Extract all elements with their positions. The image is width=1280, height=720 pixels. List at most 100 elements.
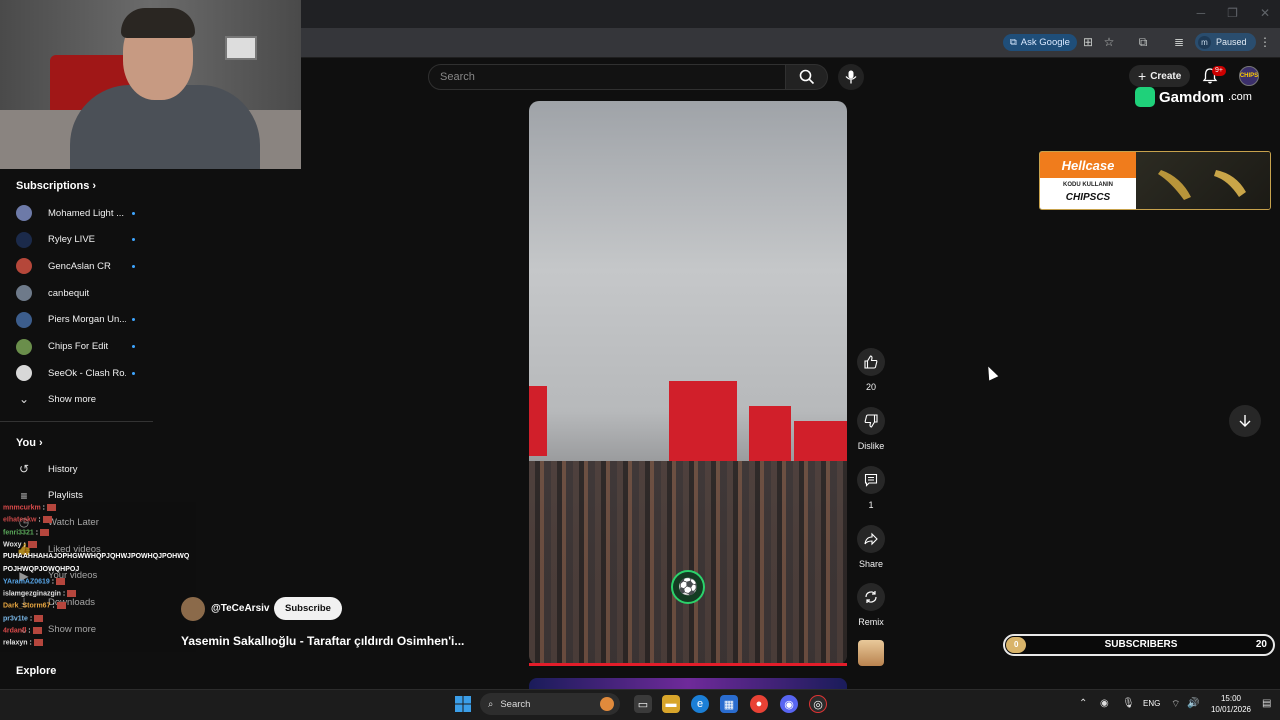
video-title[interactable]: Yasemin Sakallıoğlu - Taraftar çıldırdı … <box>181 634 481 648</box>
sidebar-subscription-label: Piers Morgan Un... <box>48 314 126 326</box>
sidebar-you-item[interactable]: ↺ History <box>16 459 156 479</box>
subscriptions-heading[interactable]: Subscriptions › <box>16 180 96 192</box>
chat-username: Woxy <box>3 541 22 549</box>
discord-icon[interactable]: ◉ <box>780 695 798 713</box>
chat-emote-icon <box>47 504 57 511</box>
voice-search-button[interactable] <box>838 64 864 90</box>
new-content-dot <box>132 318 135 322</box>
sidebar-subscription-item[interactable]: Ryley LIVE <box>16 230 156 250</box>
clock-time: 15:00 <box>1220 694 1242 703</box>
chat-emote-icon <box>40 528 50 536</box>
chat-text: : <box>60 590 66 598</box>
audio-source-thumbnail[interactable] <box>858 640 884 666</box>
sidebar-subscription-item[interactable]: GencAslan CR <box>16 256 156 276</box>
search-icon <box>799 69 814 85</box>
share-label: Share <box>858 559 884 569</box>
channel-avatar[interactable] <box>181 597 205 621</box>
file-explorer-icon[interactable]: ▬ <box>662 695 680 713</box>
video-stage-panel <box>749 406 791 461</box>
sidebar-divider <box>0 421 153 422</box>
chat-username: fenri3321 <box>3 528 34 536</box>
microsoft-store-icon[interactable]: ▦ <box>720 695 738 713</box>
edge-browser-icon[interactable]: e <box>691 695 709 713</box>
google-lens-icon: ⧉ <box>1010 37 1017 48</box>
share-icon <box>864 532 878 546</box>
sidebar-subscription-item[interactable]: canbequit <box>16 283 156 303</box>
sidebar-subscription-item[interactable]: Chips For Edit <box>16 337 156 357</box>
chat-text: : <box>50 602 55 610</box>
chat-message: Dark_Storm67 : <box>3 602 66 610</box>
chat-text: : <box>49 578 55 586</box>
chat-emote-icon <box>42 516 52 524</box>
account-avatar[interactable]: CHIPS <box>1239 66 1259 86</box>
ask-google-button[interactable]: ⧉ Ask Google <box>1003 34 1077 51</box>
chat-text: : <box>21 541 26 549</box>
share-button[interactable] <box>857 525 885 553</box>
hellcase-code-label: KODU KULLANIN <box>1063 182 1113 188</box>
task-view-icon[interactable]: ▭ <box>634 695 652 713</box>
extensions-icon[interactable]: ⧉ <box>1135 34 1151 50</box>
dislike-button[interactable] <box>857 407 885 435</box>
channel-avatar-icon <box>16 258 32 275</box>
microphone-tray-icon[interactable]: 🎙 <box>1122 698 1135 709</box>
profile-paused-button[interactable]: m Paused <box>1195 33 1256 51</box>
chat-message: 4rdanfl : <box>3 627 42 634</box>
wifi-icon[interactable]: ⌔ <box>1171 698 1180 711</box>
chrome-browser-icon[interactable]: ● <box>750 695 768 713</box>
sound-toggle-button[interactable]: ⚽ <box>671 570 705 604</box>
windows-start-icon[interactable] <box>454 695 472 713</box>
minimize-button[interactable]: ─ <box>1197 6 1206 20</box>
sidebar-subscription-item[interactable]: SeeOk - Clash Ro... <box>16 363 156 383</box>
explore-heading[interactable]: Explore <box>16 665 56 677</box>
remix-button[interactable] <box>857 583 885 611</box>
notification-center-icon[interactable]: ▤ <box>1262 698 1271 709</box>
sidebar-subscription-label: GencAslan CR <box>48 260 111 272</box>
profile-status: Paused <box>1216 37 1247 47</box>
webcam-picture-frame <box>225 36 257 60</box>
search-button[interactable] <box>786 64 828 90</box>
create-button[interactable]: + Create <box>1129 65 1191 87</box>
chat-username: eIhateskw <box>3 516 37 524</box>
hellcase-banner: Hellcase KODU KULLANIN CHIPSCS <box>1039 151 1271 210</box>
you-heading[interactable]: You › <box>16 437 43 449</box>
search-icon: ⌕ <box>488 698 494 710</box>
discord-tray-icon[interactable]: ◉ <box>1100 698 1109 709</box>
next-video-button[interactable] <box>1229 405 1261 437</box>
channel-avatar-icon <box>16 311 32 328</box>
browser-menu-icon[interactable]: ⋮ <box>1257 34 1273 50</box>
obs-recording-icon[interactable]: ◎ <box>809 695 827 713</box>
close-window-button[interactable]: ✕ <box>1260 6 1270 20</box>
like-button[interactable] <box>857 348 885 376</box>
chat-text: : <box>36 516 41 524</box>
channel-name[interactable]: @TeCeArsiv <box>211 603 269 614</box>
install-app-icon[interactable]: ⊞ <box>1080 34 1096 50</box>
channel-avatar-icon <box>16 285 32 302</box>
show-more-subscriptions[interactable]: ⌄ Show more <box>16 389 156 409</box>
input-language[interactable]: ENG <box>1143 699 1160 708</box>
hellcase-code: CHIPSCS <box>1065 192 1111 203</box>
chat-username: Dark_Storm67 <box>3 602 51 610</box>
chat-message: PUHAAHHAHAJOPHGWWHQPJQHWJPOWHQJPOHWQ <box>3 553 189 560</box>
maximize-button[interactable]: ❐ <box>1227 6 1238 20</box>
sidebar-subscription-item[interactable]: Mohamed Light ... <box>16 203 156 223</box>
sidebar-subscription-item[interactable]: Piers Morgan Un... <box>16 310 156 330</box>
comments-button[interactable] <box>857 466 885 494</box>
chat-text: : <box>26 627 31 635</box>
ask-google-label: Ask Google <box>1020 37 1070 48</box>
taskbar-clock[interactable]: 15:00 10/01/2026 <box>1206 693 1256 715</box>
media-queue-icon[interactable]: ≣ <box>1171 34 1187 50</box>
video-progress-bar[interactable] <box>529 663 847 666</box>
sidebar-subscription-label: Chips For Edit <box>48 341 109 352</box>
show-hidden-icons-chevron-icon[interactable]: ⌃ <box>1079 698 1087 709</box>
dislike-label: Dislike <box>857 441 885 451</box>
chat-text: : <box>40 504 46 512</box>
taskbar-search[interactable]: ⌕ Search <box>480 693 620 715</box>
volume-icon[interactable]: 🔊 <box>1187 698 1199 709</box>
thumbs-down-icon <box>864 414 878 428</box>
chat-emote-icon <box>32 627 42 634</box>
bookmark-star-icon[interactable]: ☆ <box>1101 34 1117 50</box>
subscribe-button[interactable]: Subscribe <box>274 597 342 620</box>
channel-avatar-icon <box>16 365 32 382</box>
chat-username: pr3v1te <box>3 615 28 623</box>
search-input[interactable]: Search <box>428 64 786 90</box>
